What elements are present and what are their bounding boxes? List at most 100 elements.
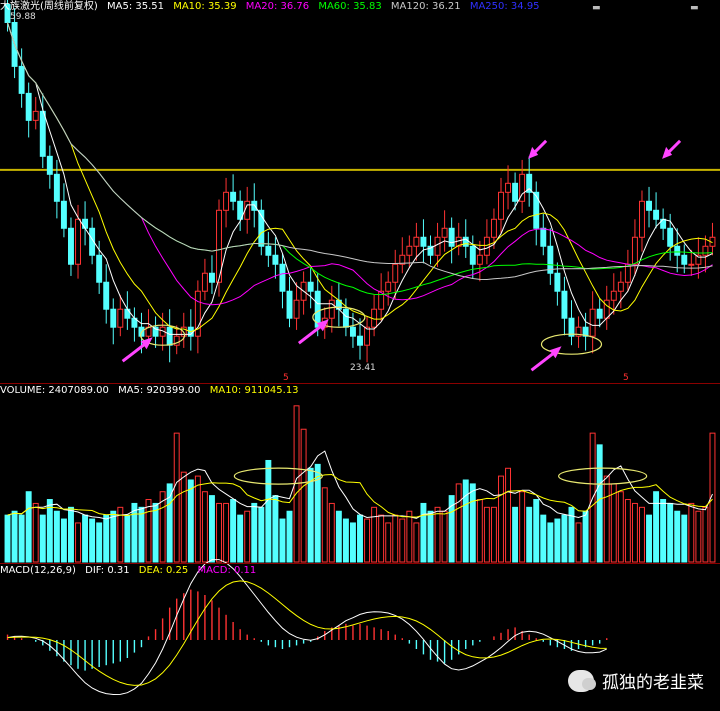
volume-bar	[103, 514, 110, 563]
volume-bar	[328, 502, 335, 563]
volume-bar	[688, 502, 695, 563]
ma250-label: MA250: 34.95	[469, 1, 540, 12]
volume-bar	[554, 518, 561, 563]
candle-up	[385, 281, 392, 292]
candle-down	[208, 272, 215, 283]
candle-down	[96, 254, 103, 283]
volume-bar	[505, 467, 512, 563]
volume-bar	[89, 518, 96, 563]
candle-up	[498, 191, 504, 220]
volume-bar	[124, 514, 131, 563]
volume-bar	[4, 514, 11, 563]
volume-bar	[110, 510, 117, 563]
volume-ma5-label: MA5: 920399.00	[118, 385, 201, 396]
volume-bar	[519, 491, 526, 563]
volume-bar	[279, 518, 286, 563]
candle-down	[512, 182, 519, 202]
candle-up	[702, 245, 709, 256]
volume-bar	[413, 522, 420, 563]
candle-up	[624, 263, 631, 283]
candle-down	[279, 263, 286, 292]
macd-value-label: MACD: 0.11	[197, 565, 257, 576]
candle-down	[554, 272, 561, 292]
candle-down	[533, 191, 540, 229]
volume-bar	[540, 514, 547, 563]
candle-up	[413, 236, 420, 247]
candle-down	[166, 326, 173, 346]
volume-bar	[441, 510, 448, 563]
candle-up	[505, 182, 512, 193]
volume-header: VOLUME: 2407089.00 MA5: 920399.00 MA10: …	[0, 384, 305, 398]
volume-bar	[547, 522, 554, 563]
candle-up	[406, 245, 413, 256]
candle-down	[349, 326, 356, 337]
toolbar-marker-1[interactable]: ▬	[592, 3, 601, 13]
candle-down	[681, 254, 688, 265]
volume-bar	[420, 502, 427, 563]
ma10-label: MA10: 35.39	[173, 1, 237, 12]
candle-up	[441, 227, 448, 238]
candle-down	[448, 227, 455, 247]
volume-bar	[674, 510, 681, 563]
candle-down	[46, 155, 53, 175]
volume-label: VOLUME: 2407089.00	[0, 385, 109, 396]
candle-down	[265, 245, 272, 256]
price-header: 大族激光(周线前复权) MA5: 35.51 MA10: 35.39 MA20:…	[0, 0, 546, 14]
candle-down	[342, 308, 349, 328]
volume-bar	[455, 483, 462, 563]
volume-bar	[695, 510, 702, 563]
candle-up	[32, 110, 39, 121]
volume-bar	[575, 522, 582, 563]
volume-bar	[96, 522, 103, 563]
candle-up	[364, 326, 371, 346]
candle-down	[286, 290, 293, 319]
candle-down	[469, 245, 476, 265]
candle-down	[307, 281, 314, 292]
volume-bar	[681, 514, 688, 563]
volume-bar	[321, 487, 328, 563]
candle-up	[589, 308, 596, 337]
volume-bar	[230, 499, 237, 563]
volume-bar	[237, 514, 244, 563]
volume-ma10-label: MA10: 911045.13	[209, 385, 299, 396]
dea-label: DEA: 0.25	[138, 565, 189, 576]
volume-bar	[427, 510, 434, 563]
volume-bar	[434, 506, 441, 563]
volume-bar	[201, 491, 208, 563]
volume-bar	[617, 491, 624, 563]
candle-up	[490, 218, 497, 238]
candle-up	[639, 200, 645, 238]
volume-bar	[208, 495, 215, 563]
candle-up	[244, 200, 251, 220]
volume-bar	[667, 502, 674, 563]
volume-bar	[286, 510, 293, 563]
volume-bar	[180, 471, 187, 563]
candle-up	[476, 254, 483, 265]
volume-bar	[483, 506, 490, 563]
volume-bar	[631, 502, 638, 563]
volume-bar	[498, 475, 504, 563]
volume-bar	[152, 502, 159, 563]
volume-bar	[582, 510, 589, 563]
volume-bar	[349, 522, 356, 563]
candle-down	[667, 227, 674, 247]
volume-bar	[300, 428, 307, 563]
volume-bar	[244, 510, 251, 563]
volume-bar	[561, 514, 568, 563]
volume-bar	[490, 506, 497, 563]
volume-bar	[512, 506, 519, 563]
candle-down	[25, 92, 32, 121]
candle-up	[483, 236, 490, 256]
candle-down	[60, 200, 67, 229]
ma120-label: MA120: 36.21	[390, 1, 461, 12]
candle-down	[568, 317, 575, 337]
volume-bar	[265, 459, 272, 563]
candle-up	[631, 236, 638, 265]
volume-bar	[406, 510, 413, 563]
toolbar-marker-2[interactable]: ▬	[690, 3, 699, 13]
candle-down	[82, 218, 89, 229]
volume-bar	[646, 514, 652, 563]
volume-bar	[385, 522, 392, 563]
candle-up	[223, 191, 230, 211]
volume-bar	[53, 510, 60, 563]
